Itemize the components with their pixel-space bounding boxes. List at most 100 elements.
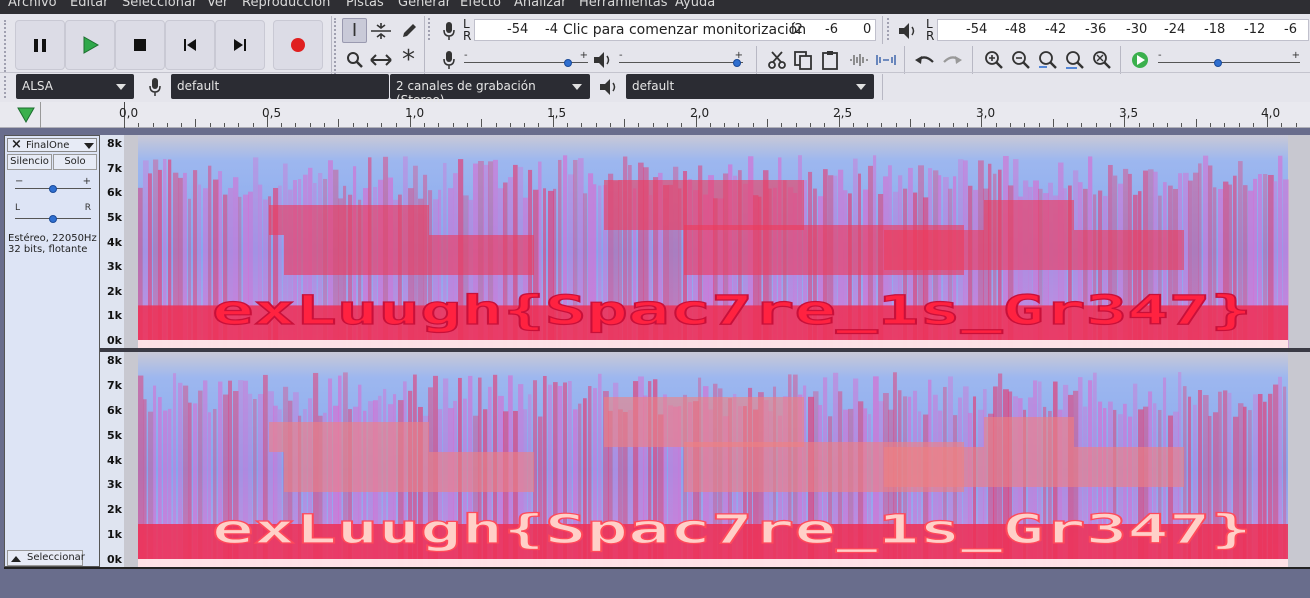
ruler-tick bbox=[867, 123, 869, 127]
record-meter-right-label: R bbox=[463, 29, 472, 43]
selection-tool-button[interactable]: I bbox=[342, 18, 367, 43]
slider-thumb[interactable] bbox=[563, 59, 572, 67]
menu-herramientas[interactable]: Herramientas bbox=[579, 0, 668, 10]
menu-pistas[interactable]: Pistas bbox=[346, 0, 384, 10]
slider-thumb[interactable] bbox=[732, 59, 741, 67]
menu-analizar[interactable]: Analizar bbox=[514, 0, 566, 10]
play-meter-tick: -48 bbox=[1005, 22, 1027, 37]
play-at-speed-button[interactable] bbox=[1127, 47, 1152, 72]
zoom-out-button[interactable] bbox=[1008, 47, 1033, 72]
slider-track bbox=[1158, 62, 1300, 63]
play-meter-button[interactable] bbox=[895, 18, 920, 43]
play-speed-slider[interactable]: - + bbox=[1158, 50, 1300, 70]
redo-button[interactable] bbox=[939, 47, 964, 72]
zoom-in-button[interactable] bbox=[981, 47, 1006, 72]
playback-device-select[interactable]: default bbox=[626, 74, 874, 99]
timeline-ruler[interactable]: 0,0 0,5 1,0 1,5 2,0 2,5 3,0 3,5 4,0 bbox=[0, 102, 1310, 128]
frequency-ruler-left-channel[interactable]: 8k 7k 6k 5k 4k 3k 2k 1k 0k bbox=[100, 135, 124, 348]
ruler-tick bbox=[1095, 123, 1097, 127]
solo-button[interactable]: Solo bbox=[53, 154, 97, 170]
ruler-tick bbox=[1281, 123, 1283, 127]
select-track-button[interactable]: Seleccionar bbox=[7, 550, 85, 566]
pan-slider[interactable]: L R bbox=[15, 203, 91, 226]
spectrogram-right-channel[interactable]: exLuugh{Spac7re_1s_Gr347} bbox=[124, 352, 1310, 567]
play-meter-tick: -36 bbox=[1085, 22, 1107, 37]
zoom-tool-button[interactable] bbox=[342, 47, 367, 72]
skip-start-button[interactable] bbox=[165, 20, 215, 70]
menu-editar[interactable]: Editar bbox=[70, 0, 109, 10]
play-meter-grip[interactable] bbox=[887, 18, 893, 40]
skip-end-button[interactable] bbox=[215, 20, 265, 70]
slider-thumb[interactable] bbox=[1214, 59, 1223, 67]
toolbar-separator bbox=[756, 46, 757, 74]
undo-icon bbox=[914, 55, 934, 64]
frequency-label: 7k bbox=[107, 378, 122, 392]
record-volume-button[interactable] bbox=[436, 47, 461, 72]
record-meter-button[interactable] bbox=[436, 18, 461, 43]
close-track-icon[interactable]: × bbox=[11, 137, 22, 152]
recording-device-select[interactable]: default bbox=[171, 74, 389, 99]
undo-button[interactable] bbox=[912, 47, 937, 72]
record-meter-grip[interactable] bbox=[428, 18, 434, 40]
record-meter-tick: l2 bbox=[791, 22, 803, 37]
record-button[interactable] bbox=[273, 20, 323, 70]
copy-button[interactable] bbox=[790, 47, 815, 72]
stop-button[interactable] bbox=[115, 20, 165, 70]
menu-seleccionar[interactable]: Seleccionar bbox=[122, 0, 197, 10]
timeshift-tool-button[interactable] bbox=[368, 47, 393, 72]
paste-button[interactable] bbox=[817, 47, 842, 72]
menu-reproduccion[interactable]: Reproducción bbox=[242, 0, 330, 10]
playback-volume-slider[interactable]: - + bbox=[619, 50, 743, 70]
menu-ver[interactable]: Ver bbox=[207, 0, 228, 10]
cut-button[interactable] bbox=[764, 47, 789, 72]
ruler-tick bbox=[1195, 119, 1197, 127]
mute-button[interactable]: Silencio bbox=[7, 154, 52, 170]
speaker-icon bbox=[898, 22, 914, 39]
redo-icon bbox=[942, 55, 962, 64]
record-meter-tick: 0 bbox=[863, 22, 872, 37]
ruler-tick bbox=[1110, 123, 1111, 127]
record-meter[interactable]: -54 -4 Clic para comenzar monitorización… bbox=[474, 19, 876, 41]
ruler-tick bbox=[1252, 123, 1254, 127]
collapse-chevron-up-icon[interactable] bbox=[11, 556, 21, 562]
menu-generar[interactable]: Generar bbox=[398, 0, 451, 10]
channels-select[interactable]: 2 canales de grabación (Stereo) bbox=[390, 74, 590, 107]
ruler-tick bbox=[624, 119, 626, 127]
multi-tool-button[interactable]: * bbox=[396, 47, 421, 73]
play-head-triangle-icon[interactable] bbox=[17, 106, 37, 124]
trim-button[interactable] bbox=[846, 47, 871, 72]
transport-grip[interactable] bbox=[4, 20, 10, 72]
track-name[interactable]: FinalOne bbox=[26, 140, 69, 151]
frequency-ruler-right-channel[interactable]: 8k 7k 6k 5k 4k 3k 2k 1k 0k bbox=[100, 352, 124, 567]
slider-thumb[interactable] bbox=[49, 185, 57, 193]
playback-volume-button[interactable] bbox=[590, 47, 615, 72]
play-button[interactable] bbox=[65, 20, 115, 70]
host-select[interactable]: ALSA bbox=[16, 74, 134, 99]
zoom-toggle-button[interactable] bbox=[1089, 47, 1114, 72]
ruler-tick bbox=[466, 123, 468, 127]
ruler-tick bbox=[452, 123, 454, 127]
menu-archivo[interactable]: Archivo bbox=[8, 0, 57, 10]
pause-button[interactable] bbox=[15, 20, 65, 70]
device-grip[interactable] bbox=[4, 76, 10, 98]
fit-project-button[interactable] bbox=[1062, 47, 1087, 72]
menu-ayuda[interactable]: Ayuda bbox=[675, 0, 715, 10]
record-volume-slider[interactable]: - + bbox=[464, 50, 588, 70]
track-menu-chevron-icon[interactable] bbox=[84, 143, 94, 149]
tools-grip[interactable] bbox=[334, 18, 340, 74]
frequency-label: 8k bbox=[107, 354, 122, 367]
ruler-tick bbox=[724, 123, 726, 127]
silence-button[interactable] bbox=[873, 47, 898, 72]
slider-thumb[interactable] bbox=[49, 215, 57, 223]
ruler-tick bbox=[809, 123, 811, 127]
ruler-tick bbox=[195, 119, 197, 127]
ruler-tick bbox=[1224, 123, 1226, 127]
envelope-tool-button[interactable] bbox=[368, 18, 393, 43]
gain-slider[interactable]: − + bbox=[15, 176, 91, 196]
play-meter[interactable]: -54 -48 -42 -36 -30 -24 -18 -12 -6 bbox=[937, 19, 1309, 41]
spectrogram-left-channel[interactable]: exLuugh{Spac7re_1s_Gr347} bbox=[124, 135, 1310, 348]
draw-tool-button[interactable] bbox=[396, 18, 421, 43]
fit-selection-button[interactable] bbox=[1035, 47, 1060, 72]
track-control-panel[interactable]: × FinalOne Silencio Solo − + L R Estéreo… bbox=[4, 135, 100, 567]
menu-efecto[interactable]: Efecto bbox=[460, 0, 501, 10]
